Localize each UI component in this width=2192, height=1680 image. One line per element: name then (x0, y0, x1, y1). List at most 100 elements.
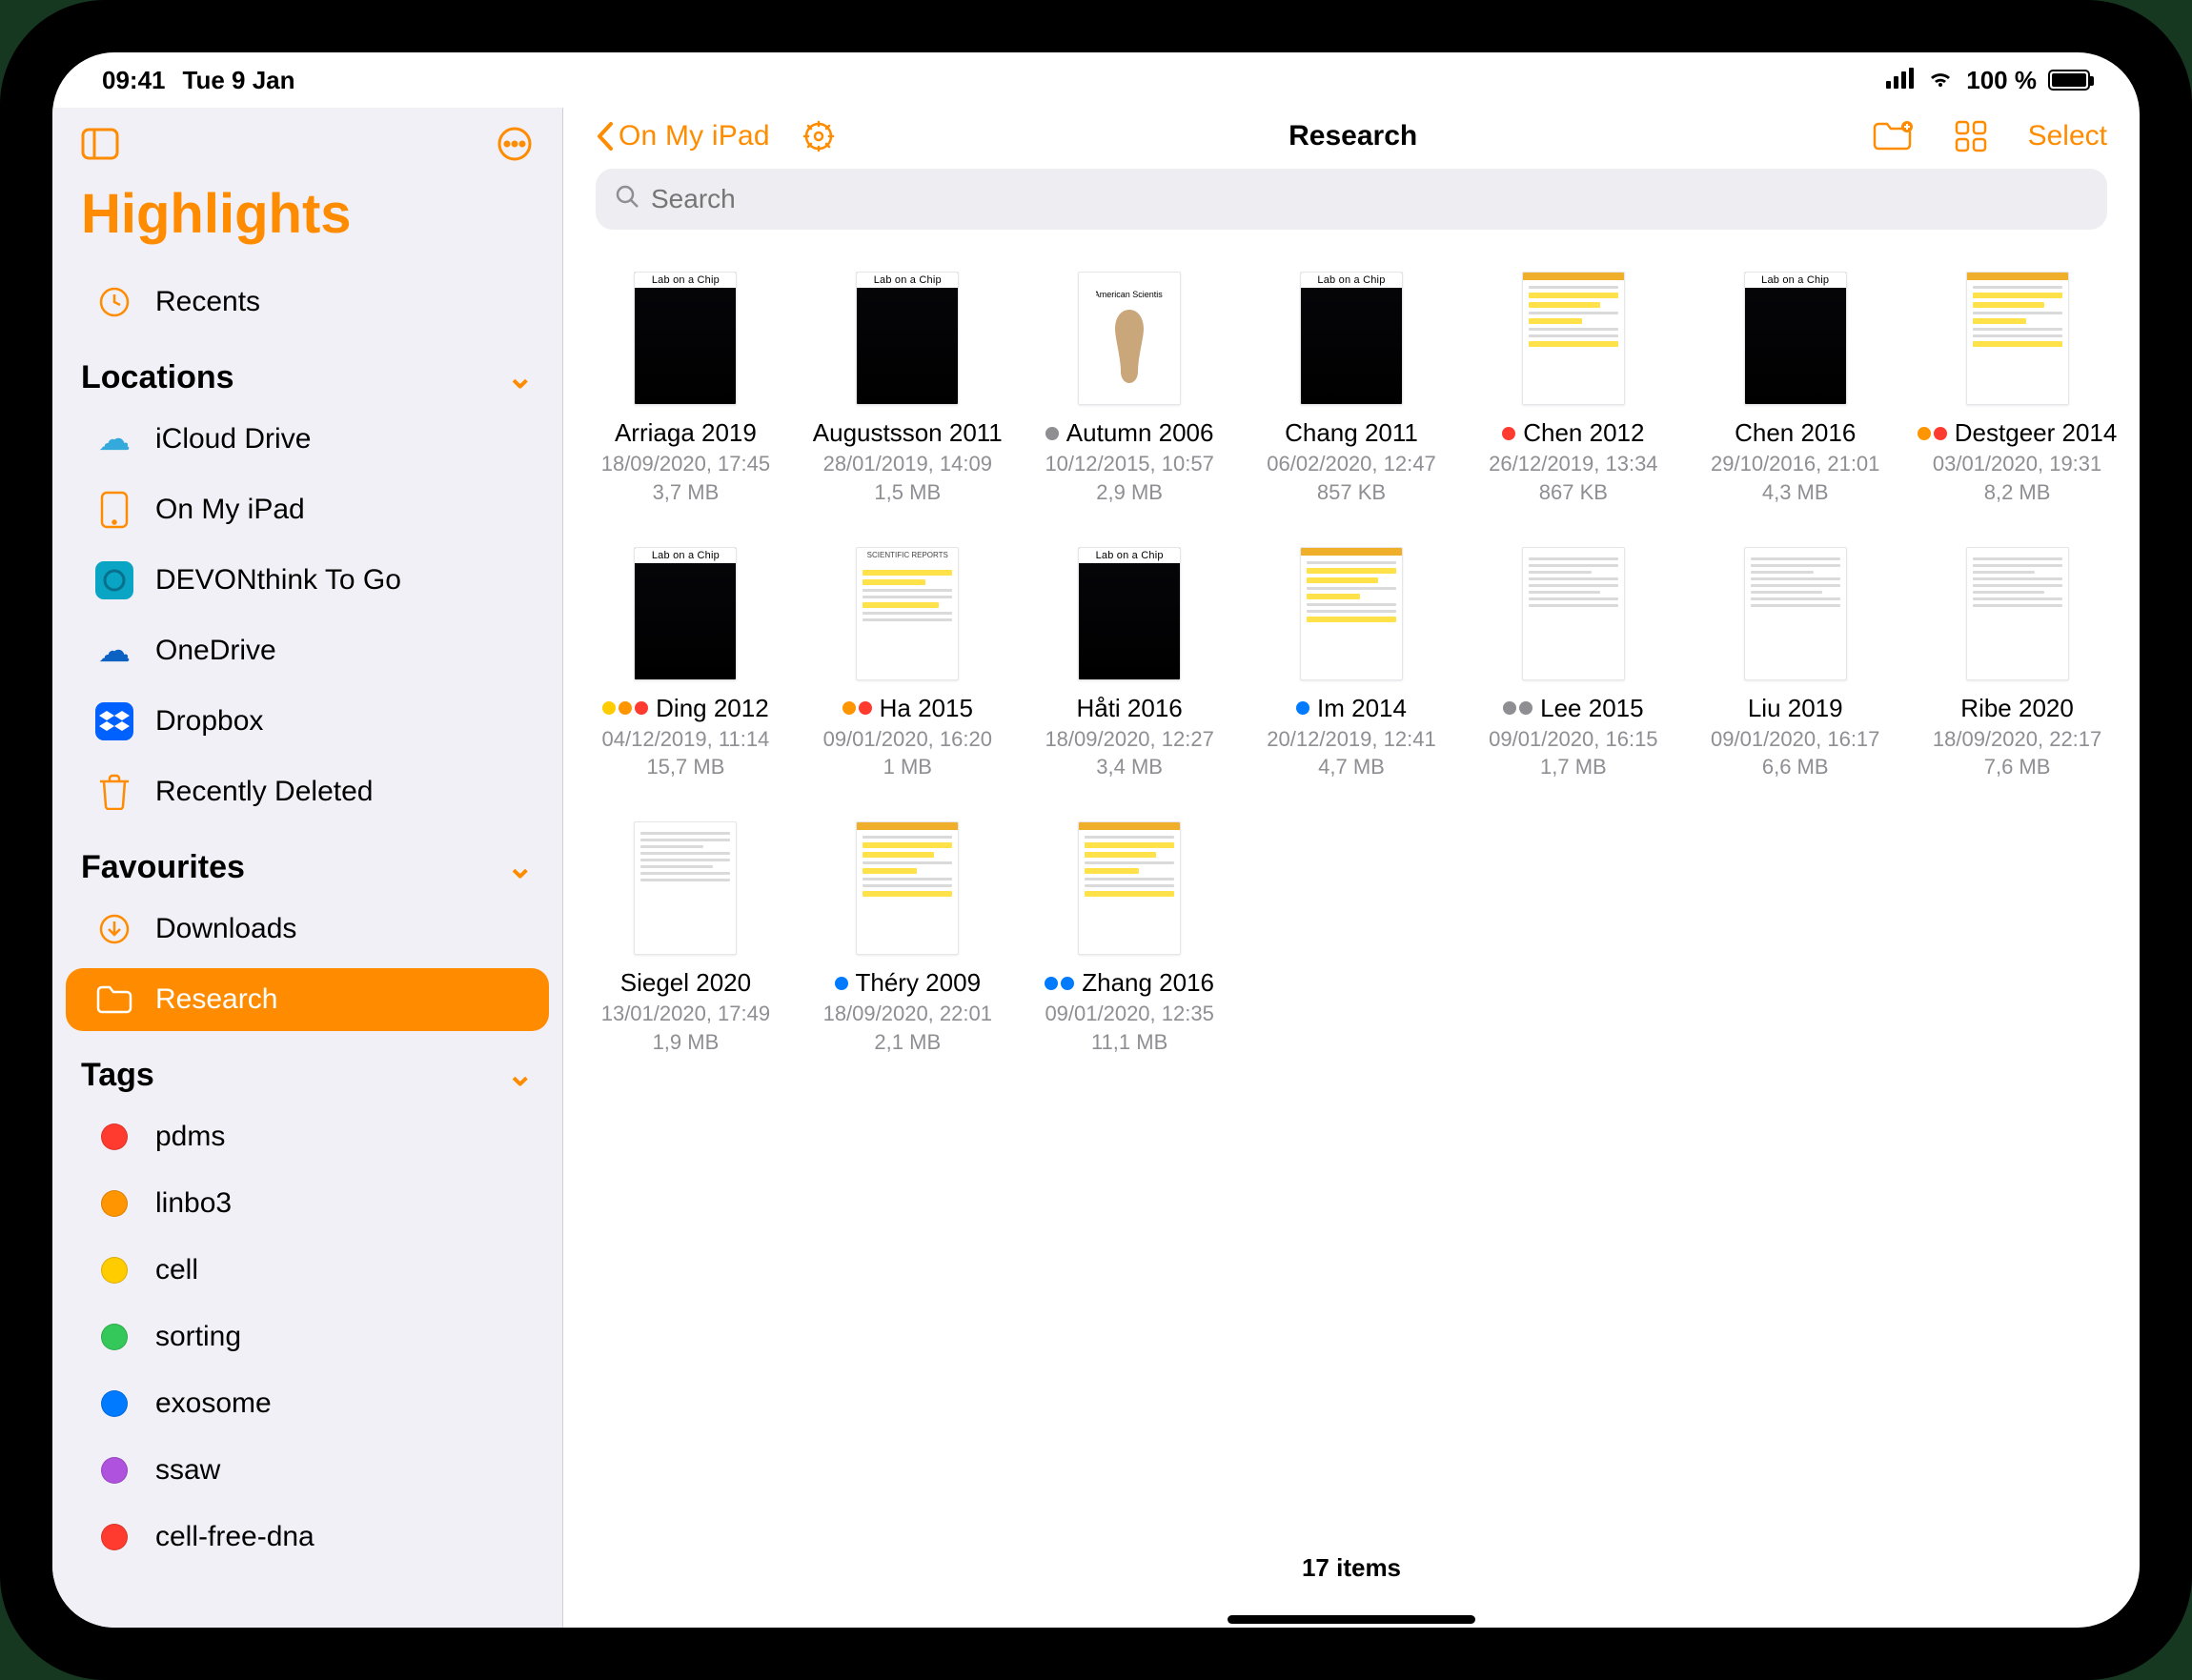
main-panel: On My iPad Research Select (563, 108, 2140, 1628)
sidebar-item-label: Recents (155, 286, 520, 318)
status-time: 09:41 (102, 66, 166, 95)
search-field[interactable] (651, 184, 2088, 214)
view-mode-icon[interactable] (1954, 119, 1988, 153)
file-meta: 28/01/2019, 14:091,5 MB (823, 450, 992, 506)
file-thumbnail (634, 272, 737, 405)
sidebar-tag-exosome[interactable]: exosome (66, 1372, 549, 1435)
sidebar-tag-cell-free-dna[interactable]: cell-free-dna (66, 1506, 549, 1569)
favourites-header[interactable]: Favourites ⌄ (52, 827, 562, 894)
sidebar-tag-sorting[interactable]: sorting (66, 1306, 549, 1368)
locations-header[interactable]: Locations ⌄ (52, 337, 562, 404)
chevron-down-icon: ⌄ (507, 358, 535, 396)
file-item[interactable]: Chang 2011 06/02/2020, 12:47857 KB (1241, 266, 1463, 541)
file-item[interactable]: Zhang 2016 09/01/2020, 12:3511,1 MB (1019, 816, 1241, 1091)
file-item[interactable]: Théry 2009 18/09/2020, 22:012,1 MB (797, 816, 1019, 1091)
sidebar-toggle-icon[interactable] (81, 128, 119, 160)
more-icon[interactable] (496, 125, 534, 163)
file-item[interactable]: Destgeer 2014 03/01/2020, 19:318,2 MB (1906, 266, 2128, 541)
wifi-icon (1926, 66, 1955, 95)
sidebar-item-onedrive[interactable]: ☁︎ OneDrive (66, 619, 549, 682)
file-meta: 10/12/2015, 10:572,9 MB (1045, 450, 1213, 506)
tag-dots (842, 701, 872, 715)
settings-gear-icon[interactable] (802, 120, 835, 152)
tags-header[interactable]: Tags ⌄ (52, 1035, 562, 1102)
home-indicator (1228, 1615, 1475, 1624)
toolbar: On My iPad Research Select (563, 108, 2140, 159)
onedrive-icon: ☁︎ (94, 631, 134, 671)
file-name: Chen 2012 (1523, 418, 1644, 448)
back-label: On My iPad (619, 120, 770, 152)
file-name: Chang 2011 (1285, 418, 1418, 448)
file-thumbnail (634, 821, 737, 955)
file-item[interactable]: Ding 2012 04/12/2019, 11:1415,7 MB (575, 541, 797, 817)
file-item[interactable]: Siegel 2020 13/01/2020, 17:491,9 MB (575, 816, 797, 1091)
sidebar-item-label: cell-free-dna (155, 1521, 520, 1553)
file-thumbnail (856, 272, 959, 405)
file-name: Destgeer 2014 (1955, 418, 2118, 448)
file-meta: 26/12/2019, 13:34867 KB (1489, 450, 1657, 506)
file-meta: 13/01/2020, 17:491,9 MB (601, 1000, 770, 1056)
sidebar-tag-pdms[interactable]: pdms (66, 1105, 549, 1168)
tag-dot-icon (94, 1250, 134, 1290)
chevron-down-icon: ⌄ (507, 848, 535, 886)
sidebar-item-label: sorting (155, 1321, 520, 1353)
tag-dots (1918, 427, 1947, 440)
sidebar-item-on-my-ipad[interactable]: On My iPad (66, 478, 549, 541)
file-meta: 03/01/2020, 19:318,2 MB (1933, 450, 2101, 506)
file-meta: 09/01/2020, 12:3511,1 MB (1045, 1000, 1213, 1056)
file-item[interactable]: American Scientist Autumn 2006 10/12/201… (1019, 266, 1241, 541)
sidebar-item-devonthink[interactable]: DEVONthink To Go (66, 549, 549, 612)
page-title: Research (854, 120, 1853, 152)
file-item[interactable]: Ribe 2020 18/09/2020, 22:177,6 MB (1906, 541, 2128, 817)
tag-dot-icon (94, 1317, 134, 1357)
tag-dot-icon (94, 1117, 134, 1157)
file-meta: 09/01/2020, 16:151,7 MB (1489, 725, 1657, 781)
file-item[interactable]: Håti 2016 18/09/2020, 12:273,4 MB (1019, 541, 1241, 817)
search-input[interactable] (596, 169, 2107, 230)
file-name: Siegel 2020 (620, 968, 751, 998)
app-title: Highlights (52, 171, 562, 267)
file-thumbnail (1300, 547, 1403, 680)
sidebar-item-label: cell (155, 1254, 520, 1286)
file-item[interactable]: Augustsson 2011 28/01/2019, 14:091,5 MB (797, 266, 1019, 541)
file-thumbnail: American Scientist (1078, 272, 1181, 405)
file-thumbnail (856, 821, 959, 955)
sidebar-item-recents[interactable]: Recents (66, 271, 549, 334)
download-icon (94, 909, 134, 949)
file-item[interactable]: Liu 2019 09/01/2020, 16:176,6 MB (1684, 541, 1906, 817)
sidebar-item-dropbox[interactable]: Dropbox (66, 690, 549, 753)
file-item[interactable]: Chen 2012 26/12/2019, 13:34867 KB (1462, 266, 1684, 541)
sidebar-tag-cell[interactable]: cell (66, 1239, 549, 1302)
file-name: Lee 2015 (1540, 694, 1643, 723)
tag-dots (1502, 427, 1515, 440)
back-button[interactable]: On My iPad (596, 120, 770, 152)
file-item[interactable]: Lee 2015 09/01/2020, 16:151,7 MB (1462, 541, 1684, 817)
select-button[interactable]: Select (2028, 120, 2107, 152)
battery-icon (2048, 70, 2090, 91)
file-item[interactable]: Arriaga 2019 18/09/2020, 17:453,7 MB (575, 266, 797, 541)
file-name: Arriaga 2019 (615, 418, 757, 448)
folder-icon (94, 980, 134, 1020)
icloud-icon: ☁︎ (94, 419, 134, 459)
file-item[interactable]: SCIENTIFIC REPORTS Ha 2015 09/01/2020, 1… (797, 541, 1019, 817)
tag-dots (602, 701, 648, 715)
sidebar-item-label: linbo3 (155, 1187, 520, 1220)
sidebar-item-research[interactable]: Research (66, 968, 549, 1031)
new-folder-icon[interactable] (1872, 119, 1914, 153)
file-thumbnail (1300, 272, 1403, 405)
clock-icon (94, 282, 134, 322)
trash-icon (94, 772, 134, 812)
sidebar-item-recently-deleted[interactable]: Recently Deleted (66, 760, 549, 823)
file-item[interactable]: Chen 2016 29/10/2016, 21:014,3 MB (1684, 266, 1906, 541)
file-thumbnail: SCIENTIFIC REPORTS (856, 547, 959, 680)
sidebar-item-icloud[interactable]: ☁︎ iCloud Drive (66, 408, 549, 471)
file-name: Ding 2012 (656, 694, 769, 723)
sidebar-tag-ssaw[interactable]: ssaw (66, 1439, 549, 1502)
file-grid: Arriaga 2019 18/09/2020, 17:453,7 MB Aug… (567, 266, 2136, 1091)
file-name: Ribe 2020 (1960, 694, 2074, 723)
file-item[interactable]: Im 2014 20/12/2019, 12:414,7 MB (1241, 541, 1463, 817)
file-meta: 18/09/2020, 22:012,1 MB (823, 1000, 992, 1056)
file-meta: 09/01/2020, 16:201 MB (823, 725, 992, 781)
sidebar-item-downloads[interactable]: Downloads (66, 898, 549, 961)
sidebar-tag-linbo3[interactable]: linbo3 (66, 1172, 549, 1235)
